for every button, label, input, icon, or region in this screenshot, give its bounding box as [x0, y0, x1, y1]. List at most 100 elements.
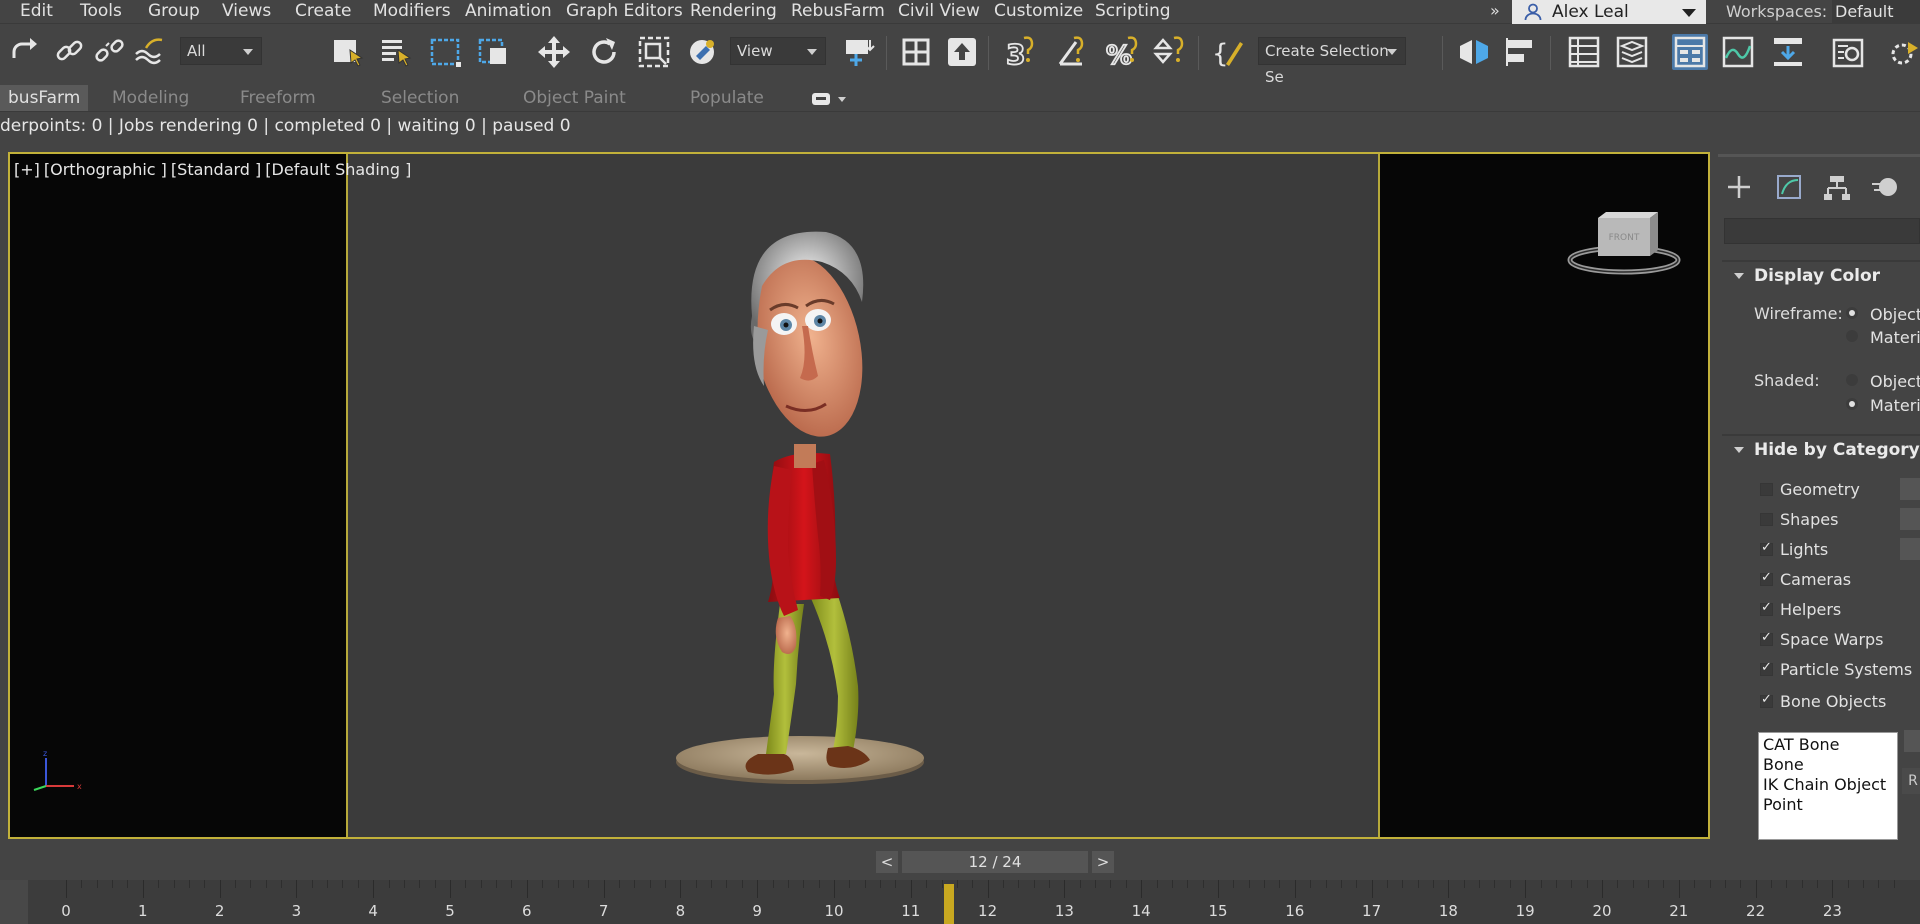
redo-icon[interactable]: [6, 34, 42, 70]
render-setup-icon[interactable]: [1886, 34, 1920, 70]
menu-views[interactable]: Views: [222, 0, 271, 22]
menu-customize[interactable]: Customize: [994, 0, 1083, 22]
menu-graph-editors[interactable]: Graph Editors: [566, 0, 683, 22]
selection-filter-dropdown[interactable]: All: [180, 37, 262, 65]
named-selection-dropdown[interactable]: Create Selection Se: [1258, 37, 1406, 86]
tab-rebusfarm[interactable]: busFarm: [0, 85, 89, 111]
select-object-icon[interactable]: [330, 34, 366, 70]
display-color-rollout-header[interactable]: Display Color: [1734, 266, 1880, 286]
list-item[interactable]: Bone: [1763, 755, 1893, 775]
shaded-object-radio[interactable]: [1846, 374, 1858, 386]
menu-tools[interactable]: Tools: [80, 0, 122, 22]
menu-rebusfarm[interactable]: RebusFarm: [791, 0, 885, 22]
bind-spacewarp-icon[interactable]: [132, 34, 168, 70]
tab-freeform[interactable]: Freeform: [240, 85, 316, 111]
tab-modeling[interactable]: Modeling: [112, 85, 189, 111]
tab-populate[interactable]: Populate: [690, 85, 764, 111]
create-panel-icon[interactable]: [1724, 172, 1754, 202]
list-item[interactable]: Point: [1763, 795, 1893, 815]
viewport-standard-menu[interactable]: [Standard ]: [171, 160, 261, 179]
keyboard-shortcut-icon[interactable]: [898, 34, 934, 70]
menu-create[interactable]: Create: [295, 0, 352, 22]
percent-snap-icon[interactable]: %: [1104, 34, 1140, 72]
workspaces-dropdown[interactable]: Default: [1832, 0, 1920, 24]
checkbox-shapes[interactable]: [1760, 513, 1773, 526]
current-time-marker[interactable]: [944, 884, 955, 924]
select-rotate-icon[interactable]: [586, 34, 622, 70]
select-place-icon[interactable]: [684, 34, 720, 70]
hide-by-category-rollout-header[interactable]: Hide by Category: [1734, 440, 1920, 460]
shaded-material-radio[interactable]: [1846, 398, 1858, 410]
checkbox-bone-objects[interactable]: [1760, 692, 1773, 708]
layer-explorer-icon[interactable]: [1614, 34, 1650, 70]
viewport-label-menu[interactable]: [+] [Orthographic ] [Standard ] [Default Sh…: [14, 160, 415, 179]
modify-panel-icon[interactable]: [1774, 172, 1804, 202]
timeline-minor-tick: [511, 880, 513, 888]
select-by-name-icon[interactable]: [378, 34, 414, 70]
geometry-side-button[interactable]: [1900, 478, 1920, 500]
checkbox-lights[interactable]: [1760, 540, 1773, 556]
align-icon[interactable]: [1504, 34, 1540, 70]
mirror-icon[interactable]: [1456, 34, 1492, 70]
window-crossing-icon[interactable]: [476, 34, 512, 70]
pivot-icon[interactable]: [842, 34, 878, 70]
checkbox-cameras[interactable]: [1760, 570, 1773, 586]
motion-panel-icon[interactable]: [1870, 172, 1900, 202]
checkbox-space-warps[interactable]: [1760, 630, 1773, 646]
schematic-view-icon[interactable]: [1770, 34, 1806, 70]
select-scale-icon[interactable]: [636, 34, 672, 70]
list-item[interactable]: CAT Bone: [1763, 735, 1893, 755]
viewport-point-of-view-menu[interactable]: [Orthographic ]: [44, 160, 167, 179]
shapes-side-button[interactable]: [1900, 508, 1920, 530]
checkbox-particle-systems[interactable]: [1760, 660, 1773, 676]
link-icon[interactable]: [52, 34, 88, 70]
rectangular-selection-icon[interactable]: [428, 34, 464, 70]
remove-category-button[interactable]: R: [1902, 768, 1920, 794]
scene-explorer-icon[interactable]: [1566, 34, 1602, 70]
viewport-general-menu[interactable]: [+]: [14, 160, 40, 179]
viewport-shading-menu[interactable]: [Default Shading ]: [265, 160, 411, 179]
viewcube-icon[interactable]: FRONT: [1564, 210, 1684, 280]
menu-group[interactable]: Group: [148, 0, 200, 22]
reference-coordinate-dropdown[interactable]: View: [730, 37, 826, 65]
hierarchy-panel-icon[interactable]: [1822, 172, 1852, 202]
checkbox-helpers[interactable]: [1760, 600, 1773, 616]
snaps-toggle-icon[interactable]: 3: [1004, 34, 1040, 72]
trackbar-timeline[interactable]: 0 1 2 3 4 5 6 7 8 9 10 11 12 13 14 15 16 17 18 19 20 21 22 23: [28, 880, 1920, 924]
ribbon-display-toggle-icon[interactable]: [810, 90, 850, 108]
material-editor-icon[interactable]: [1830, 34, 1866, 70]
angle-snap-icon[interactable]: [1054, 34, 1090, 70]
tab-selection[interactable]: Selection: [381, 85, 459, 111]
menu-animation[interactable]: Animation: [465, 0, 552, 22]
select-move-icon[interactable]: [536, 34, 572, 70]
perspective-viewport[interactable]: [+] [Orthographic ] [Standard ] [Default Sh…: [8, 152, 1710, 839]
toggle-ribbon-icon[interactable]: [1672, 34, 1708, 70]
menu-civil-view[interactable]: Civil View: [898, 0, 980, 22]
menu-edit[interactable]: Edit: [20, 0, 53, 22]
spinner-snap-icon[interactable]: [1152, 34, 1188, 70]
list-item[interactable]: IK Chain Object: [1763, 775, 1893, 795]
time-slider-thumb[interactable]: 12 / 24: [902, 851, 1088, 873]
tab-object-paint[interactable]: Object Paint: [523, 85, 626, 111]
character-model[interactable]: [670, 196, 930, 796]
menu-modifiers[interactable]: Modifiers: [373, 0, 451, 22]
timeline-minor-tick: [649, 880, 651, 888]
wireframe-object-radio[interactable]: [1846, 307, 1858, 319]
unlink-icon[interactable]: [92, 34, 128, 70]
checkbox-geometry[interactable]: [1760, 483, 1773, 496]
curve-editor-icon[interactable]: [1720, 34, 1756, 70]
object-name-field[interactable]: [1724, 218, 1920, 244]
timeline-toggle-button[interactable]: [0, 880, 28, 924]
upload-icon[interactable]: [944, 34, 980, 70]
lights-side-button[interactable]: [1900, 538, 1920, 560]
menu-rendering[interactable]: Rendering: [690, 0, 777, 22]
wireframe-material-radio[interactable]: [1846, 330, 1858, 342]
menu-scripting[interactable]: Scripting: [1095, 0, 1171, 22]
previous-frame-button[interactable]: <: [876, 851, 898, 873]
edit-named-selection-icon[interactable]: {: [1212, 34, 1248, 70]
category-list[interactable]: CAT Bone Bone IK Chain Object Point: [1758, 732, 1898, 840]
user-account-dropdown[interactable]: Alex Leal: [1512, 0, 1706, 24]
next-frame-button[interactable]: >: [1092, 851, 1114, 873]
category-list-scroll-button[interactable]: [1904, 730, 1920, 752]
menu-overflow-button[interactable]: »: [1490, 0, 1500, 22]
